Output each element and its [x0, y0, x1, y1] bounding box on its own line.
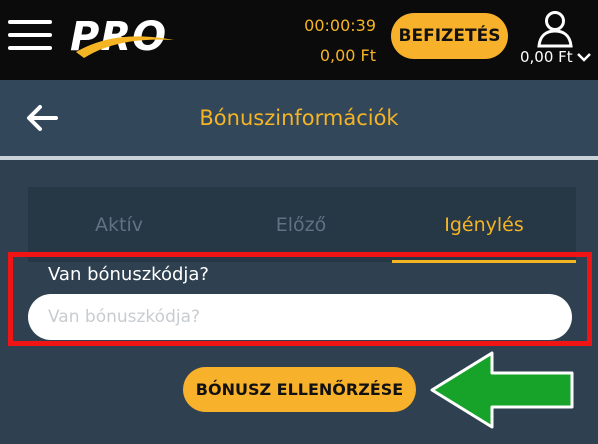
deposit-button[interactable]: BEFIZETÉS	[391, 13, 508, 59]
pointer-arrow-icon	[430, 351, 574, 429]
account-balance-text: 0,00 Ft	[520, 48, 573, 66]
bonus-tabs: Aktív Előző Igénylés	[28, 187, 576, 262]
page-title: Bónuszinformációk	[199, 106, 399, 130]
tab-active[interactable]: Aktív	[28, 187, 210, 262]
page-header: Bónuszinformációk	[0, 80, 598, 160]
user-icon[interactable]	[535, 8, 575, 48]
bonus-code-input[interactable]	[28, 294, 572, 340]
bonus-code-label: Van bónuszkódja?	[48, 264, 209, 285]
tab-previous[interactable]: Előző	[210, 187, 392, 262]
check-bonus-button[interactable]: BÓNUSZ ELLENŐRZÉSE	[183, 367, 416, 412]
logo[interactable]: PRO	[70, 14, 180, 60]
chevron-down-icon	[576, 53, 591, 62]
logo-swoosh	[76, 36, 174, 58]
tab-claim[interactable]: Igénylés	[392, 187, 576, 262]
top-bar: PRO 00:00:39 0,00 Ft BEFIZETÉS 0,00 Ft	[0, 0, 598, 80]
active-tab-indicator	[392, 260, 576, 263]
session-timer: 00:00:39	[304, 16, 376, 35]
balance-amount: 0,00 Ft	[319, 46, 376, 65]
menu-icon[interactable]	[8, 20, 52, 54]
account-balance[interactable]: 0,00 Ft	[520, 48, 591, 66]
